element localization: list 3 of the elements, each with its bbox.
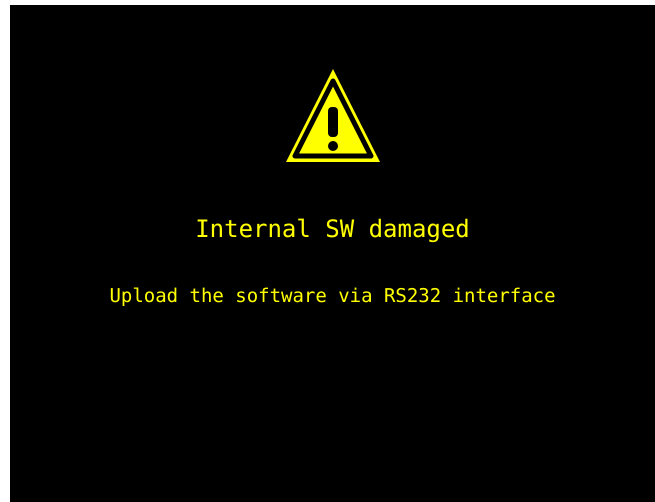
warning-icon xyxy=(284,67,382,165)
error-message: Upload the software via RS232 interface xyxy=(109,287,556,306)
error-title: Internal SW damaged xyxy=(195,217,470,241)
